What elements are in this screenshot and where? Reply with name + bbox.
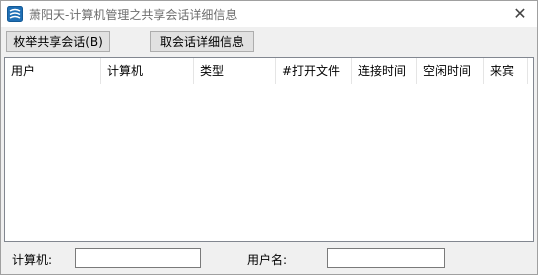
username-label: 用户名:: [247, 253, 288, 267]
list-header: 用户 计算机 类型 #打开文件 连接时间 空闲时间 来宾: [5, 58, 533, 84]
username-input[interactable]: [327, 248, 445, 268]
column-header-idle-time[interactable]: 空闲时间: [417, 58, 484, 84]
column-header-open-files[interactable]: #打开文件: [276, 58, 352, 84]
column-header-computer[interactable]: 计算机: [101, 58, 194, 84]
computer-input[interactable]: [75, 248, 201, 268]
session-list[interactable]: 用户 计算机 类型 #打开文件 连接时间 空闲时间 来宾: [4, 57, 534, 242]
main-window: 萧阳天-计算机管理之共享会话详细信息 ✕ 枚举共享会话(B) 取会话详细信息 用…: [0, 0, 538, 275]
get-session-details-button[interactable]: 取会话详细信息: [150, 31, 254, 52]
column-header-type[interactable]: 类型: [194, 58, 276, 84]
column-header-connect-time[interactable]: 连接时间: [352, 58, 417, 84]
computer-label: 计算机:: [12, 253, 53, 267]
column-header-user[interactable]: 用户: [5, 58, 101, 84]
close-icon[interactable]: ✕: [511, 5, 529, 23]
enum-sessions-button[interactable]: 枚举共享会话(B): [6, 31, 110, 52]
window-title: 萧阳天-计算机管理之共享会话详细信息: [29, 8, 238, 22]
app-icon: [7, 6, 23, 22]
column-header-guest[interactable]: 来宾: [484, 58, 528, 84]
title-bar[interactable]: 萧阳天-计算机管理之共享会话详细信息 ✕: [1, 1, 537, 27]
